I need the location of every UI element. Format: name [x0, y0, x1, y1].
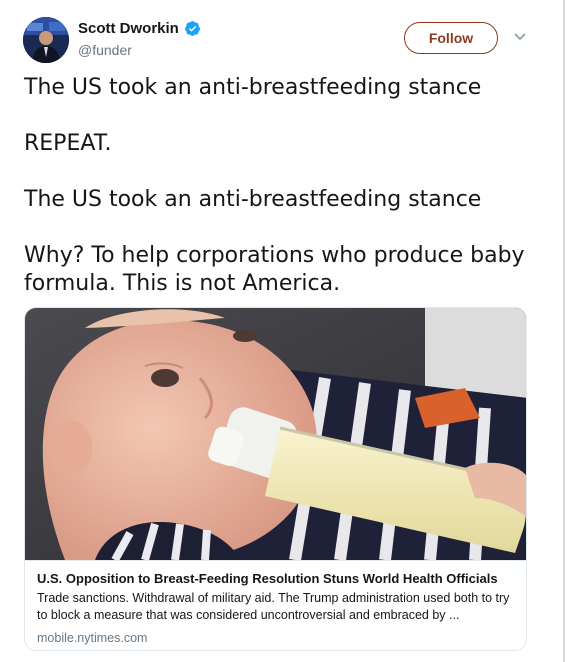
follow-button[interactable]: Follow [404, 22, 498, 54]
verified-badge-icon [184, 21, 200, 36]
avatar[interactable] [23, 17, 69, 63]
caret-down-icon[interactable] [513, 32, 527, 42]
scrollbar[interactable] [563, 0, 565, 662]
card-title[interactable]: U.S. Opposition to Breast-Feeding Resolu… [37, 570, 516, 588]
display-name[interactable]: Scott Dworkin [78, 20, 201, 37]
tweet-paragraph: REPEAT. [24, 131, 112, 156]
tweet-paragraph: The US took an anti-breastfeeding stance [24, 75, 482, 100]
link-card[interactable]: U.S. Opposition to Breast-Feeding Resolu… [24, 307, 527, 651]
avatar-image [23, 17, 69, 63]
handle[interactable]: @funder [78, 42, 132, 58]
tweet-paragraph: The US took an anti-breastfeeding stance [24, 187, 482, 212]
tweet-paragraph: Why? To help corporations who produce ba… [24, 243, 525, 296]
card-description: Trade sanctions. Withdrawal of military … [37, 591, 510, 622]
display-name-text[interactable]: Scott Dworkin [78, 20, 179, 37]
card-body[interactable]: U.S. Opposition to Breast-Feeding Resolu… [25, 560, 526, 650]
tweet: Scott Dworkin @funder Follow The US took… [0, 0, 570, 662]
card-image[interactable] [25, 308, 527, 560]
card-domain: mobile.nytimes.com [37, 631, 148, 645]
tweet-text: The US took an anti-breastfeeding stance… [24, 74, 544, 298]
